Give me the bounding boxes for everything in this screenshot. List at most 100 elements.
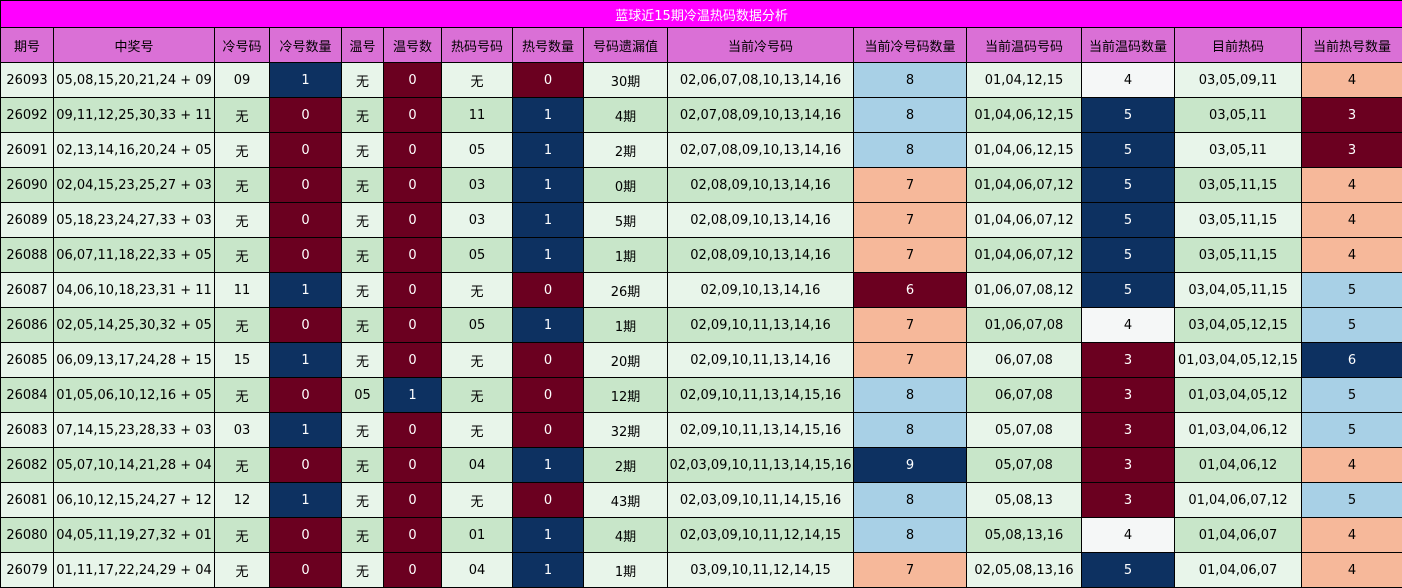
issue-cell: 26092 [1, 98, 54, 133]
omit-cell: 26期 [584, 273, 668, 308]
cold-count-cell: 0 [270, 308, 342, 343]
table-row: 2608506,09,13,17,24,28 + 15151无0无020期02,… [1, 343, 1402, 378]
warm-count-cell: 0 [384, 553, 442, 588]
warm-count-cell: 0 [384, 343, 442, 378]
table-row: 2608602,05,14,25,30,32 + 05无0无00511期02,0… [1, 308, 1402, 343]
table-row: 2608307,14,15,23,28,33 + 03031无0无032期02,… [1, 413, 1402, 448]
cur-cold-count-cell: 8 [854, 63, 967, 98]
hot-count-cell: 0 [513, 343, 584, 378]
cold-cell: 无 [215, 133, 270, 168]
warm-count-cell: 0 [384, 98, 442, 133]
omit-cell: 20期 [584, 343, 668, 378]
omit-cell: 32期 [584, 413, 668, 448]
table-row: 2609102,13,14,16,20,24 + 05无0无00512期02,0… [1, 133, 1402, 168]
warm-cell: 05 [342, 378, 384, 413]
table-body: 蓝球近15期冷温热码数据分析 期号中奖号冷号码冷号数量温号温号数热码号码热号数量… [1, 1, 1402, 588]
cur-hot-count-cell: 4 [1302, 168, 1402, 203]
omit-cell: 4期 [584, 98, 668, 133]
hot-count-cell: 0 [513, 273, 584, 308]
cur-hot-cell: 01,04,06,07 [1175, 518, 1302, 553]
hot-count-cell: 0 [513, 63, 584, 98]
warm-count-cell: 0 [384, 133, 442, 168]
cold-count-cell: 1 [270, 343, 342, 378]
cold-cell: 无 [215, 378, 270, 413]
cur-warm-count-cell: 5 [1082, 238, 1175, 273]
cur-hot-count-cell: 4 [1302, 448, 1402, 483]
warm-cell: 无 [342, 518, 384, 553]
hot-count-cell: 1 [513, 203, 584, 238]
warm-cell: 无 [342, 483, 384, 518]
cur-cold-count-cell: 7 [854, 308, 967, 343]
cold-cell: 无 [215, 308, 270, 343]
cur-cold-count-cell: 8 [854, 483, 967, 518]
cur-hot-count-cell: 4 [1302, 203, 1402, 238]
cur-warm-cell: 05,08,13 [967, 483, 1082, 518]
draw-cell: 01,05,06,10,12,16 + 05 [54, 378, 215, 413]
draw-cell: 01,11,17,22,24,29 + 04 [54, 553, 215, 588]
hot-count-cell: 1 [513, 553, 584, 588]
hot-cell: 04 [442, 448, 513, 483]
cur-warm-count-cell: 5 [1082, 553, 1175, 588]
hot-count-cell: 1 [513, 133, 584, 168]
cold-count-cell: 1 [270, 273, 342, 308]
cur-hot-count-cell: 5 [1302, 413, 1402, 448]
cur-cold-count-cell: 8 [854, 518, 967, 553]
hot-count-cell: 1 [513, 168, 584, 203]
cur-warm-count-cell: 4 [1082, 308, 1175, 343]
hot-cell: 无 [442, 378, 513, 413]
warm-cell: 无 [342, 98, 384, 133]
cold-count-cell: 1 [270, 483, 342, 518]
cold-count-cell: 0 [270, 553, 342, 588]
header-warm: 温号 [342, 28, 384, 63]
cur-cold-cell: 02,03,09,10,11,12,14,15 [668, 518, 854, 553]
issue-cell: 26089 [1, 203, 54, 238]
cur-cold-cell: 02,07,08,09,10,13,14,16 [668, 98, 854, 133]
cur-cold-count-cell: 7 [854, 203, 967, 238]
cur-cold-count-cell: 8 [854, 413, 967, 448]
cur-cold-cell: 02,07,08,09,10,13,14,16 [668, 133, 854, 168]
warm-count-cell: 0 [384, 238, 442, 273]
cold-count-cell: 0 [270, 133, 342, 168]
cur-cold-count-cell: 7 [854, 553, 967, 588]
table-row: 2608806,07,11,18,22,33 + 05无0无00511期02,0… [1, 238, 1402, 273]
warm-cell: 无 [342, 168, 384, 203]
cur-cold-count-cell: 7 [854, 343, 967, 378]
hot-cell: 无 [442, 413, 513, 448]
table-row: 2608004,05,11,19,27,32 + 01无0无00114期02,0… [1, 518, 1402, 553]
issue-cell: 26086 [1, 308, 54, 343]
cur-warm-cell: 01,04,06,07,12 [967, 203, 1082, 238]
warm-cell: 无 [342, 308, 384, 343]
draw-cell: 04,05,11,19,27,32 + 01 [54, 518, 215, 553]
cur-warm-count-cell: 4 [1082, 518, 1175, 553]
cur-warm-cell: 05,07,08 [967, 413, 1082, 448]
warm-cell: 无 [342, 448, 384, 483]
cur-warm-count-cell: 4 [1082, 63, 1175, 98]
header-cur-hot: 目前热码 [1175, 28, 1302, 63]
cur-hot-cell: 01,04,06,12 [1175, 448, 1302, 483]
header-hot-count: 热号数量 [513, 28, 584, 63]
cur-warm-cell: 01,04,06,07,12 [967, 168, 1082, 203]
cur-warm-cell: 05,08,13,16 [967, 518, 1082, 553]
cur-hot-count-cell: 5 [1302, 483, 1402, 518]
hot-count-cell: 1 [513, 98, 584, 133]
hot-count-cell: 1 [513, 518, 584, 553]
hot-count-cell: 1 [513, 448, 584, 483]
cur-cold-count-cell: 8 [854, 98, 967, 133]
header-draw: 中奖号 [54, 28, 215, 63]
cur-cold-cell: 02,03,09,10,11,13,14,15,16 [668, 448, 854, 483]
cur-cold-count-cell: 8 [854, 378, 967, 413]
header-omit: 号码遗漏值 [584, 28, 668, 63]
table-title: 蓝球近15期冷温热码数据分析 [1, 1, 1402, 28]
cur-hot-count-cell: 3 [1302, 98, 1402, 133]
draw-cell: 09,11,12,25,30,33 + 11 [54, 98, 215, 133]
hot-cell: 无 [442, 343, 513, 378]
cur-hot-cell: 03,05,11,15 [1175, 238, 1302, 273]
draw-cell: 07,14,15,23,28,33 + 03 [54, 413, 215, 448]
omit-cell: 0期 [584, 168, 668, 203]
cur-warm-cell: 01,04,06,07,12 [967, 238, 1082, 273]
warm-cell: 无 [342, 413, 384, 448]
cold-cell: 09 [215, 63, 270, 98]
cur-cold-count-cell: 7 [854, 238, 967, 273]
cur-hot-count-cell: 4 [1302, 553, 1402, 588]
warm-count-cell: 0 [384, 518, 442, 553]
